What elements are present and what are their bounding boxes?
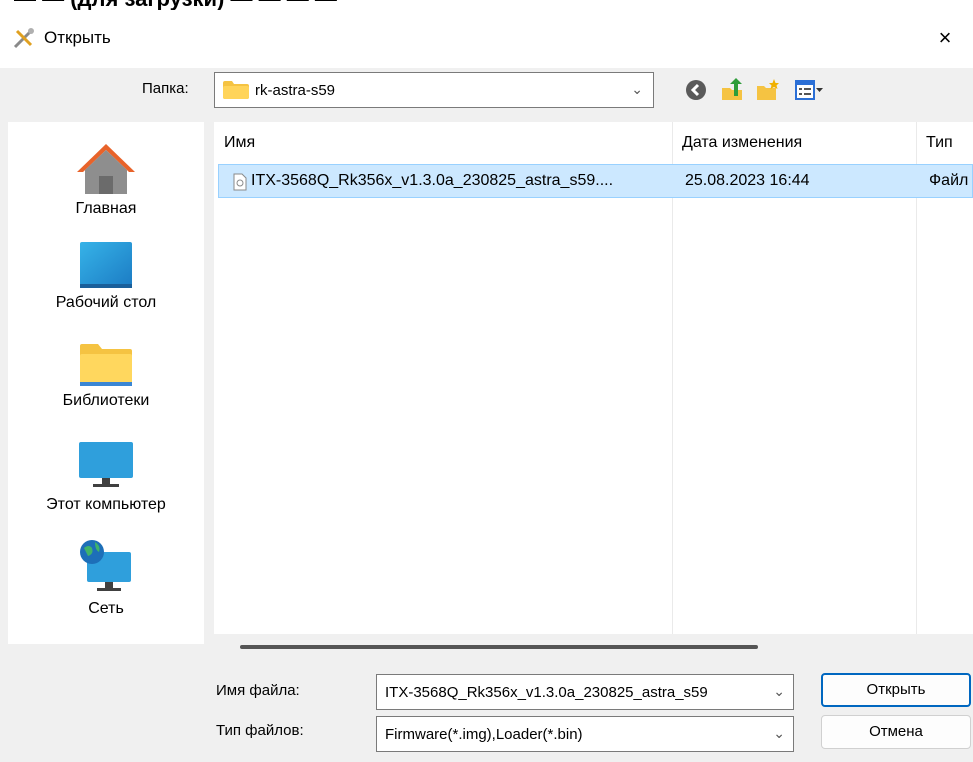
column-header-name[interactable]: Имя (224, 122, 255, 164)
place-network[interactable]: Сеть (8, 538, 204, 618)
filetype-label: Тип файлов: (216, 722, 304, 739)
places-bar: Главная Рабочий стол Библиотеки Этот ком… (8, 122, 204, 644)
file-type: Файл (929, 172, 969, 189)
back-icon[interactable] (684, 78, 708, 102)
up-folder-icon[interactable] (720, 78, 744, 102)
home-icon (77, 144, 135, 194)
place-desktop-label: Рабочий стол (55, 294, 157, 311)
app-icon (13, 28, 34, 49)
filename-value: ITX-3568Q_Rk356x_v1.3.0a_230825_astra_s5… (385, 684, 708, 701)
column-divider (916, 122, 917, 634)
libraries-icon (80, 344, 132, 386)
file-date: 25.08.2023 16:44 (685, 172, 810, 189)
new-folder-icon[interactable] (756, 78, 780, 102)
filename-label: Имя файла: (216, 682, 300, 699)
open-button[interactable]: Открыть (821, 673, 971, 707)
folder-label: Папка: (142, 80, 189, 97)
column-header-type[interactable]: Тип (926, 122, 953, 164)
close-button[interactable]: × (927, 20, 963, 56)
folder-select[interactable]: rk-astra-s59 ⌄ (214, 72, 654, 108)
filetype-value: Firmware(*.img),Loader(*.bin) (385, 726, 583, 743)
chevron-down-icon: ⌄ (631, 81, 643, 97)
file-list[interactable]: ⌃ Имя Дата изменения Тип ITX-3568Q_Rk356… (214, 122, 973, 634)
title-bar: Открыть × (0, 10, 973, 68)
cropped-background-text: — — (для загрузки) — — — — (0, 0, 973, 10)
view-menu-icon[interactable] (794, 78, 824, 102)
desktop-icon (80, 242, 132, 288)
place-network-label: Сеть (88, 600, 124, 617)
file-name: ITX-3568Q_Rk356x_v1.3.0a_230825_astra_s5… (251, 172, 614, 189)
column-divider (672, 122, 673, 634)
chevron-down-icon: ⌄ (769, 683, 785, 700)
chevron-down-icon: ⌄ (769, 725, 785, 742)
filetype-select[interactable]: Firmware(*.img),Loader(*.bin) ⌄ (376, 716, 794, 752)
horizontal-scrollbar[interactable] (240, 645, 758, 649)
place-home-label: Главная (75, 200, 137, 217)
this-pc-icon (79, 442, 133, 487)
filename-input[interactable]: ITX-3568Q_Rk356x_v1.3.0a_230825_astra_s5… (376, 674, 794, 710)
place-libraries[interactable]: Библиотеки (8, 342, 204, 410)
folder-name: rk-astra-s59 (255, 82, 336, 99)
place-home[interactable]: Главная (8, 142, 204, 218)
file-row[interactable]: ITX-3568Q_Rk356x_v1.3.0a_230825_astra_s5… (218, 164, 973, 198)
place-desktop[interactable]: Рабочий стол (8, 240, 204, 312)
cancel-button[interactable]: Отмена (821, 715, 971, 749)
file-icon (233, 173, 247, 191)
folder-icon (223, 81, 249, 99)
place-libraries-label: Библиотеки (62, 392, 150, 409)
dialog-title: Открыть (44, 28, 111, 47)
column-header-date[interactable]: Дата изменения (682, 122, 802, 164)
network-icon (80, 540, 131, 591)
open-file-dialog: Открыть × Папка: rk-astra-s59 ⌄ Главная … (0, 10, 973, 762)
place-this-pc[interactable]: Этот компьютер (8, 440, 204, 514)
sort-ascending-icon: ⌃ (432, 122, 448, 134)
place-this-pc-label: Этот компьютер (46, 496, 166, 513)
